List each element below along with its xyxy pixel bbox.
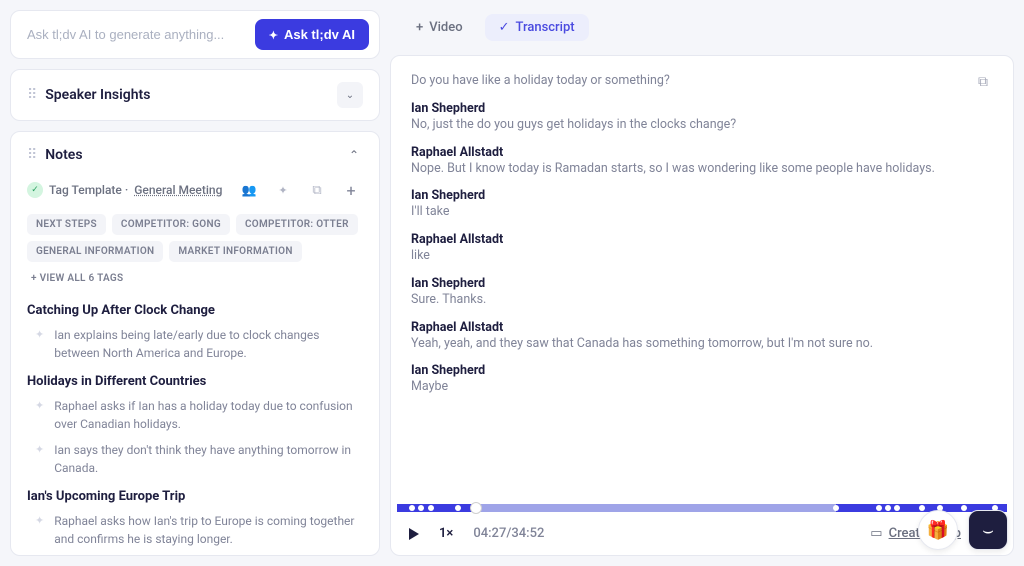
transcript-speaker: Ian Shepherd — [411, 363, 993, 378]
tags-row: NEXT STEPS COMPETITOR: GONG COMPETITOR: … — [27, 214, 363, 289]
plus-icon: + — [416, 20, 423, 35]
playback-time: 04:27/34:52 — [473, 526, 544, 541]
grip-icon: ⠿ — [27, 147, 35, 163]
note-item[interactable]: ✦ Raphael asks how Ian's trip to Europe i… — [27, 512, 363, 548]
gift-button[interactable]: 🎁 — [918, 510, 958, 550]
transcript-card: ⧉ Do you have like a holiday today or so… — [390, 55, 1014, 556]
plus-icon[interactable]: + — [339, 178, 363, 202]
copy-transcript-button[interactable]: ⧉ — [971, 70, 995, 94]
transcript-speaker: Raphael Allstadt — [411, 145, 993, 160]
note-text: Raphael asks if Ian has a holiday today … — [54, 397, 363, 433]
sparkle-icon: ✦ — [35, 328, 44, 362]
ai-input[interactable] — [27, 27, 255, 42]
note-text: Raphael asks how Ian's trip to Europe is… — [54, 512, 363, 548]
play-button[interactable] — [409, 528, 419, 540]
tabs-row: + Video ✓ Transcript — [390, 10, 1014, 45]
tag-pill[interactable]: COMPETITOR: GONG — [112, 214, 230, 235]
check-icon: ✓ — [499, 20, 510, 35]
tab-video[interactable]: + Video — [402, 14, 477, 41]
sparkle-icon — [269, 27, 278, 42]
chevron-down-icon[interactable]: ⌄ — [337, 82, 363, 108]
people-icon[interactable]: 👥 — [237, 178, 261, 202]
tag-template-link[interactable]: General Meeting — [134, 183, 222, 197]
transcript-speaker: Ian Shepherd — [411, 276, 993, 291]
transcript-line: like — [411, 247, 993, 266]
transcript-speaker: Raphael Allstadt — [411, 232, 993, 247]
ask-ai-button-label: Ask tl;dv AI — [284, 27, 355, 42]
tag-pill[interactable]: MARKET INFORMATION — [169, 241, 301, 262]
notes-header[interactable]: ⠿ Notes ⌃ — [11, 132, 379, 178]
note-heading: Holidays in Different Countries — [27, 374, 363, 389]
ai-input-bar: Ask tl;dv AI — [10, 10, 380, 59]
speaker-insights-header[interactable]: ⠿ Speaker Insights ⌄ — [11, 70, 379, 120]
transcript-speaker: Ian Shepherd — [411, 188, 993, 203]
transcript-line: Yeah, yeah, and they saw that Canada has… — [411, 335, 993, 354]
wand-icon[interactable] — [271, 178, 295, 202]
intercom-button[interactable]: ⌣ — [968, 510, 1008, 550]
view-all-tags[interactable]: + VIEW ALL 6 TAGS — [27, 268, 127, 289]
note-item[interactable]: ✦ Ian explains being late/early due to cl… — [27, 326, 363, 362]
transcript-line: Nope. But I know today is Ramadan starts… — [411, 160, 993, 179]
tab-video-label: Video — [429, 20, 462, 35]
note-heading: Ian's Upcoming Europe Trip — [27, 489, 363, 504]
tab-transcript[interactable]: ✓ Transcript — [485, 14, 589, 41]
speaker-insights-title: Speaker Insights — [45, 87, 150, 103]
check-icon: ✓ — [27, 182, 43, 198]
transcript-line: Sure. Thanks. — [411, 291, 993, 310]
copy-icon[interactable]: ⧉ — [305, 178, 329, 202]
tag-pill[interactable]: GENERAL INFORMATION — [27, 241, 163, 262]
ask-ai-button[interactable]: Ask tl;dv AI — [255, 19, 369, 50]
playback-speed[interactable]: 1× — [439, 526, 453, 541]
sparkle-icon: ✦ — [35, 399, 44, 433]
tab-transcript-label: Transcript — [516, 20, 575, 35]
tag-template-row: ✓ Tag Template · General Meeting 👥 ⧉ + — [27, 178, 363, 202]
notes-title: Notes — [45, 147, 82, 163]
tag-pill[interactable]: NEXT STEPS — [27, 214, 106, 235]
chevron-up-icon[interactable]: ⌃ — [345, 144, 363, 166]
notes-card: ⠿ Notes ⌃ ✓ Tag Template · General Meeti… — [10, 131, 380, 556]
transcript-line: Maybe — [411, 378, 993, 397]
transcript-line: No, just the do you guys get holidays in… — [411, 116, 993, 135]
speaker-insights-card: ⠿ Speaker Insights ⌄ — [10, 69, 380, 121]
note-item[interactable]: ✦ Ian says they don't think they have any… — [27, 441, 363, 477]
transcript-line: Do you have like a holiday today or some… — [411, 72, 993, 91]
tag-template-label: Tag Template · — [49, 183, 128, 197]
clip-icon: ▭ — [870, 526, 882, 541]
sparkle-icon: ✦ — [35, 514, 44, 548]
grip-icon: ⠿ — [27, 87, 35, 103]
tag-pill[interactable]: COMPETITOR: OTTER — [236, 214, 358, 235]
note-heading: Catching Up After Clock Change — [27, 303, 363, 318]
transcript-body[interactable]: ⧉ Do you have like a holiday today or so… — [391, 56, 1013, 500]
transcript-line: I'll take — [411, 203, 993, 222]
sparkle-icon: ✦ — [35, 443, 44, 477]
note-text: Ian says they don't think they have anyt… — [54, 441, 363, 477]
note-text: Ian explains being late/early due to clo… — [54, 326, 363, 362]
transcript-speaker: Raphael Allstadt — [411, 320, 993, 335]
note-item[interactable]: ✦ Raphael asks if Ian has a holiday today… — [27, 397, 363, 433]
transcript-speaker: Ian Shepherd — [411, 101, 993, 116]
